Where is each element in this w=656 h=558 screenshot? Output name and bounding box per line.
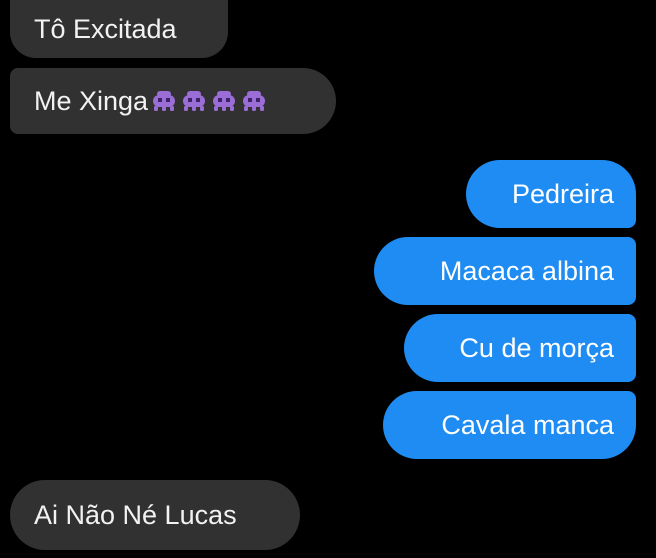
outgoing-message[interactable]: Macaca albina bbox=[374, 237, 636, 305]
outgoing-message[interactable]: Cavala manca bbox=[383, 391, 636, 459]
outgoing-message[interactable]: Cu de morça bbox=[404, 314, 636, 382]
alien-monster-icon bbox=[213, 91, 236, 111]
alien-monster-icon bbox=[153, 91, 176, 111]
message-text: Pedreira bbox=[511, 178, 614, 209]
message-text: Macaca albina bbox=[439, 255, 614, 286]
alien-monster-icon bbox=[183, 91, 206, 111]
message-text: Tô Excitada bbox=[34, 13, 177, 44]
message-text: Ai Não Né Lucas bbox=[34, 499, 237, 530]
message-text: Cu de morça bbox=[459, 332, 614, 363]
message-text: Me Xinga bbox=[34, 85, 149, 116]
chat-thread: Tô Excitada Me Xinga Pedreira Macaca alb… bbox=[0, 0, 656, 558]
alien-monster-icon bbox=[243, 91, 266, 111]
incoming-message[interactable]: Me Xinga bbox=[10, 68, 336, 134]
message-text: Cavala manca bbox=[441, 409, 614, 440]
outgoing-message[interactable]: Pedreira bbox=[466, 160, 636, 228]
incoming-message[interactable]: Tô Excitada bbox=[10, 0, 228, 58]
incoming-message[interactable]: Ai Não Né Lucas bbox=[10, 480, 300, 550]
emoji-group bbox=[150, 87, 270, 115]
